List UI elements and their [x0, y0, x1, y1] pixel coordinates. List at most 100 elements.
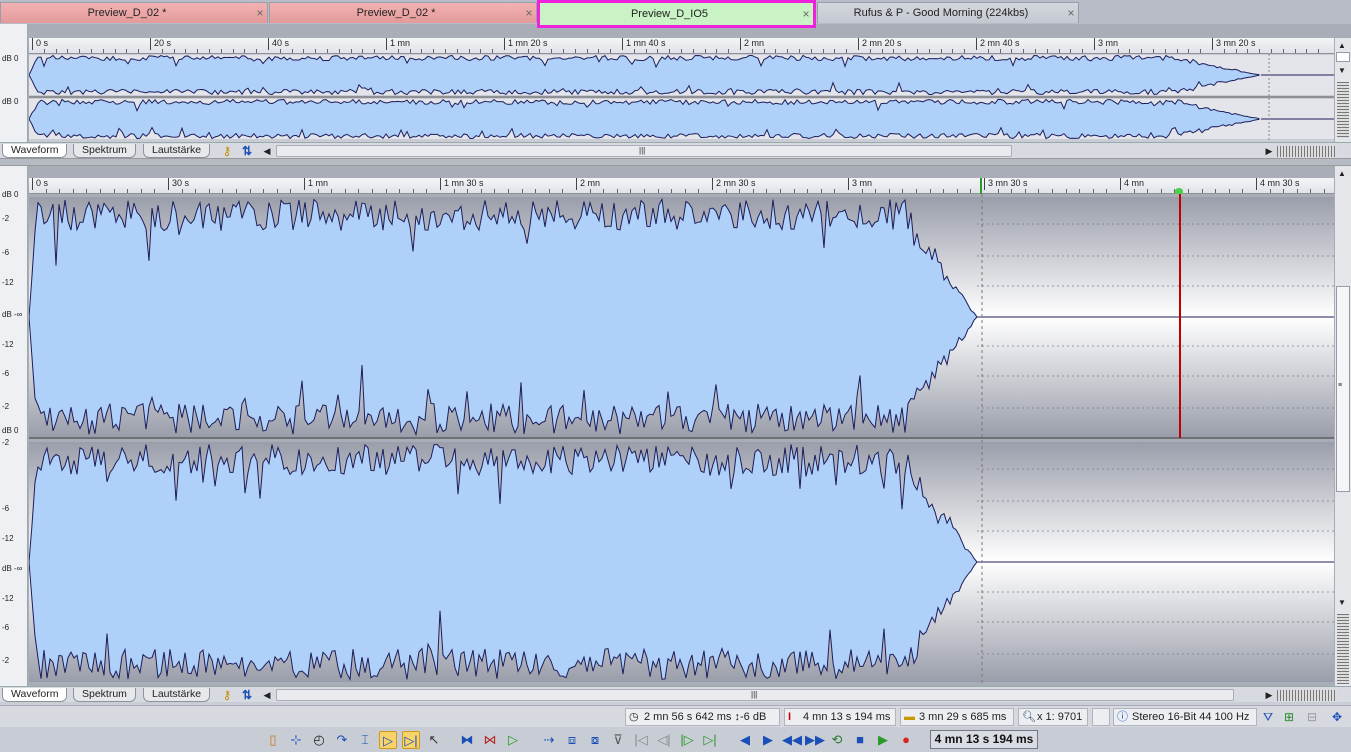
- ruler-minor-tick: [421, 49, 423, 53]
- tab-preview-d-02-a[interactable]: Preview_D_02 * ×: [0, 2, 268, 23]
- ruler-minor-tick: [1188, 49, 1190, 53]
- ruler-minor-tick: [480, 49, 482, 53]
- close-icon[interactable]: ×: [1064, 6, 1078, 20]
- ruler-minor-tick: [236, 189, 237, 193]
- overview-time-ruler[interactable]: 0 s 20 s 40 s1 mn 1 mn 20 s1 mn 40 s2 mn 2 m…: [29, 38, 1334, 54]
- ruler-minor-tick: [645, 49, 647, 53]
- ruler-minor-tick: [1306, 49, 1308, 53]
- ruler-minor-tick: [929, 189, 931, 193]
- scroll-thumb[interactable]: ≡: [1336, 286, 1350, 492]
- filter-icon[interactable]: ⛛: [1261, 710, 1275, 724]
- tab-waveform[interactable]: Waveform: [2, 688, 68, 702]
- forward-icon[interactable]: ▶: [759, 731, 777, 749]
- tab-lautstaerke[interactable]: Lautstärke: [143, 688, 211, 702]
- ruler-minor-tick: [1176, 49, 1178, 53]
- ruler-minor-tick: [598, 49, 600, 53]
- book-icon[interactable]: ▯: [264, 731, 282, 749]
- swap-channels-icon[interactable]: ⇅: [240, 144, 254, 158]
- loop-region-icon[interactable]: ⧈: [563, 731, 581, 749]
- jump-forward-icon[interactable]: ⇢: [540, 731, 558, 749]
- scroll-up-icon[interactable]: ▲: [1338, 169, 1346, 178]
- main-time-ruler[interactable]: 0 s 30 s1 mn 1 mn 30 s2 mn 2 mn 30 s3 mn 3 m…: [29, 178, 1339, 194]
- zoom-grip[interactable]: [1337, 82, 1349, 138]
- close-icon[interactable]: ×: [799, 7, 813, 21]
- tab-lautstaerke[interactable]: Lautstärke: [143, 144, 211, 158]
- tab-preview-d-02-b[interactable]: Preview_D_02 * ×: [269, 2, 537, 23]
- tab-spektrum[interactable]: Spektrum: [73, 688, 136, 702]
- swap-channels-icon[interactable]: ⇅: [240, 688, 254, 702]
- close-icon[interactable]: ×: [253, 6, 267, 20]
- ruler-minor-tick: [888, 189, 890, 193]
- main-hscroll-thumb[interactable]: |||: [276, 689, 1234, 701]
- ruler-minor-tick: [943, 189, 945, 193]
- hzoom-grip[interactable]: [1277, 146, 1337, 157]
- marker-prev-icon[interactable]: |◁: [632, 731, 650, 749]
- pointer-icon[interactable]: ↖: [425, 731, 443, 749]
- loop-icon[interactable]: ⟲: [828, 731, 846, 749]
- stop-icon[interactable]: ■: [851, 731, 869, 749]
- scroll-right-icon[interactable]: ▶: [1262, 688, 1276, 702]
- play-from-cursor-icon[interactable]: ▷: [379, 731, 397, 749]
- scroll-thumb[interactable]: [1336, 52, 1350, 62]
- play-marker-end-icon[interactable]: ▷|: [701, 731, 719, 749]
- overview-waveform[interactable]: [29, 54, 1334, 142]
- move-icon[interactable]: ✥: [1330, 710, 1344, 724]
- split-icon[interactable]: ⊹: [287, 731, 305, 749]
- transport-toolbar: ▯ ⊹ ◴ ↷ ⌶ ▷ ▷| ↖ ⧓ ⋈ ▷ ⇢ ⧈ ⧇ ⊽ |◁ ◁| |▷ …: [0, 727, 1351, 752]
- play-to-end-icon[interactable]: ▷|: [402, 731, 420, 749]
- ruler-minor-tick: [100, 189, 101, 193]
- redo-arrow-icon[interactable]: ↷: [333, 731, 351, 749]
- fast-rewind-icon[interactable]: ◀◀: [782, 731, 802, 749]
- marker-disabled-icon[interactable]: ⊟: [1305, 710, 1319, 724]
- zoom-grip[interactable]: [1337, 614, 1349, 684]
- pane-splitter[interactable]: [0, 158, 1351, 166]
- play-to-marker-icon[interactable]: |▷: [678, 731, 696, 749]
- ruler-tick-label: 30 s: [168, 178, 189, 190]
- tab-rufus-good-morning[interactable]: Rufus & P - Good Morning (224kbs) ×: [817, 2, 1079, 23]
- ruler-minor-tick: [610, 49, 612, 53]
- main-waveform[interactable]: [29, 194, 1334, 686]
- play-icon[interactable]: ▶: [874, 731, 892, 749]
- close-icon[interactable]: ×: [522, 6, 536, 20]
- ruler-minor-tick: [902, 189, 904, 193]
- marker-filter-icon[interactable]: ⊽: [609, 731, 627, 749]
- crop-icon[interactable]: ⋈: [481, 731, 499, 749]
- scroll-left-icon[interactable]: ◀: [260, 144, 274, 158]
- overview-hscroll-thumb[interactable]: |||: [276, 145, 1012, 157]
- stopwatch-icon[interactable]: ◴: [310, 731, 328, 749]
- key-icon[interactable]: ⚷: [220, 144, 234, 158]
- scroll-left-icon[interactable]: ◀: [260, 688, 274, 702]
- add-marker-icon[interactable]: ⊞: [1282, 710, 1296, 724]
- main-vertical-scrollbar[interactable]: ▲ ≡ ▼: [1334, 166, 1351, 686]
- scroll-down-icon[interactable]: ▼: [1338, 66, 1346, 75]
- fast-forward-icon[interactable]: ▶▶: [805, 731, 825, 749]
- ruler-minor-tick: [350, 49, 352, 53]
- hzoom-grip[interactable]: [1277, 690, 1337, 701]
- tab-spektrum[interactable]: Spektrum: [73, 144, 136, 158]
- overview-vertical-scrollbar[interactable]: ▲ ▼: [1334, 38, 1351, 142]
- region-icon[interactable]: ⧇: [586, 731, 604, 749]
- scroll-right-icon[interactable]: ▶: [1262, 144, 1276, 158]
- insert-cursor-icon[interactable]: ⌶: [356, 731, 374, 749]
- record-icon[interactable]: ●: [897, 731, 915, 749]
- ruler-minor-tick: [1058, 49, 1060, 53]
- scroll-up-icon[interactable]: ▲: [1338, 41, 1346, 50]
- key-icon[interactable]: ⚷: [220, 688, 234, 702]
- ruler-minor-tick: [893, 49, 895, 53]
- ruler-tick-label: 3 mn 30 s: [984, 178, 1028, 190]
- tab-waveform[interactable]: Waveform: [2, 144, 68, 158]
- db-label: -2: [2, 656, 10, 665]
- ruler-minor-tick: [535, 189, 537, 193]
- ruler-minor-tick: [480, 189, 482, 193]
- play-selection-icon[interactable]: ▷: [504, 731, 522, 749]
- scroll-down-icon[interactable]: ▼: [1338, 598, 1346, 607]
- selection-end-marker[interactable]: [980, 178, 982, 194]
- cursor-position: I4 mn 13 s 194 ms: [784, 708, 896, 726]
- marker-next-icon[interactable]: ◁|: [655, 731, 673, 749]
- ruler-minor-tick: [1153, 49, 1154, 53]
- rewind-icon[interactable]: ◀: [736, 731, 754, 749]
- select-range-icon[interactable]: ⧓: [458, 731, 476, 749]
- ruler-minor-tick: [881, 49, 883, 53]
- tab-preview-d-io5[interactable]: Preview_D_IO5 ×: [537, 0, 816, 28]
- ruler-minor-tick: [1223, 49, 1225, 53]
